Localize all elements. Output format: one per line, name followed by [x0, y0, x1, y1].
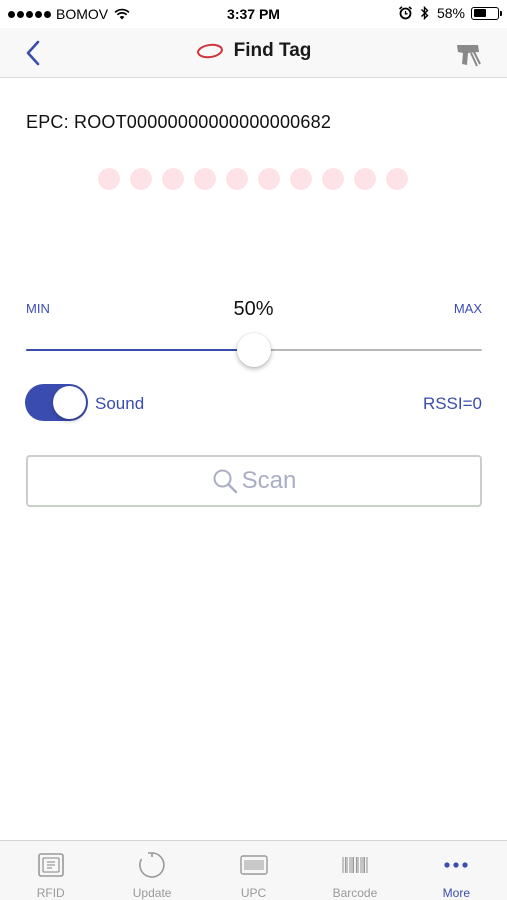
rfid-icon	[37, 853, 64, 877]
signal-dot	[258, 168, 280, 190]
scan-label: Scan	[241, 467, 297, 494]
tab-label: RFID	[36, 886, 65, 900]
signal-dot	[386, 168, 408, 190]
rssi-readout: RSSI=0	[422, 394, 482, 413]
slider-thumb[interactable]	[237, 333, 271, 367]
tab-label: Barcode	[332, 886, 378, 900]
tab-label: Update	[132, 886, 172, 900]
signal-dot	[322, 168, 344, 190]
tab-barcode[interactable]: Barcode	[304, 841, 405, 900]
nav-title-group: Find Tag	[0, 40, 507, 62]
status-bar: BOMOV 3:37 PM 58%	[0, 0, 507, 28]
power-percent: 50%	[233, 298, 274, 320]
sound-toggle[interactable]	[25, 384, 88, 421]
tab-label: UPC	[240, 886, 267, 900]
rfid-scanner-icon[interactable]	[454, 40, 482, 68]
bluetooth-icon	[420, 6, 429, 20]
nav-bar: Find Tag	[0, 28, 507, 78]
battery-fill	[473, 9, 487, 17]
page-title: Find Tag	[233, 40, 312, 61]
signal-dot	[98, 168, 120, 190]
signal-dot	[290, 168, 312, 190]
max-label: MAX	[453, 301, 482, 316]
toggle-knob	[53, 386, 86, 419]
signal-strength-indicator	[98, 168, 408, 190]
sound-label: Sound	[95, 394, 145, 413]
signal-dot	[162, 168, 184, 190]
tab-rfid[interactable]: RFID	[0, 841, 101, 900]
alarm-clock-icon	[398, 6, 412, 20]
tab-more[interactable]: More	[406, 841, 507, 900]
slider-fill	[26, 349, 254, 351]
barcode-icon	[342, 857, 368, 873]
brand-logo-icon	[196, 43, 223, 59]
upc-icon	[239, 855, 268, 875]
search-icon	[213, 469, 237, 494]
status-right: 58%	[398, 5, 502, 21]
battery-percent: 58%	[436, 5, 465, 21]
signal-dot	[130, 168, 152, 190]
tab-bar: RFID Update UPC Barcode More	[0, 840, 507, 900]
find-tag-screen: BOMOV 3:37 PM 58% Find Tag EPC: ROOT0000…	[0, 0, 507, 900]
battery-icon	[471, 6, 502, 20]
tab-label: More	[442, 886, 470, 900]
epc-text: EPC: ROOT00000000000000000682	[26, 112, 332, 132]
tab-upc[interactable]: UPC	[203, 841, 304, 900]
power-slider[interactable]	[26, 333, 482, 367]
scan-button[interactable]: Scan	[26, 455, 482, 507]
more-dots-icon	[444, 862, 468, 868]
refresh-icon	[139, 852, 165, 878]
signal-dot	[226, 168, 248, 190]
tab-update[interactable]: Update	[101, 841, 202, 900]
signal-dot	[194, 168, 216, 190]
signal-dot	[354, 168, 376, 190]
